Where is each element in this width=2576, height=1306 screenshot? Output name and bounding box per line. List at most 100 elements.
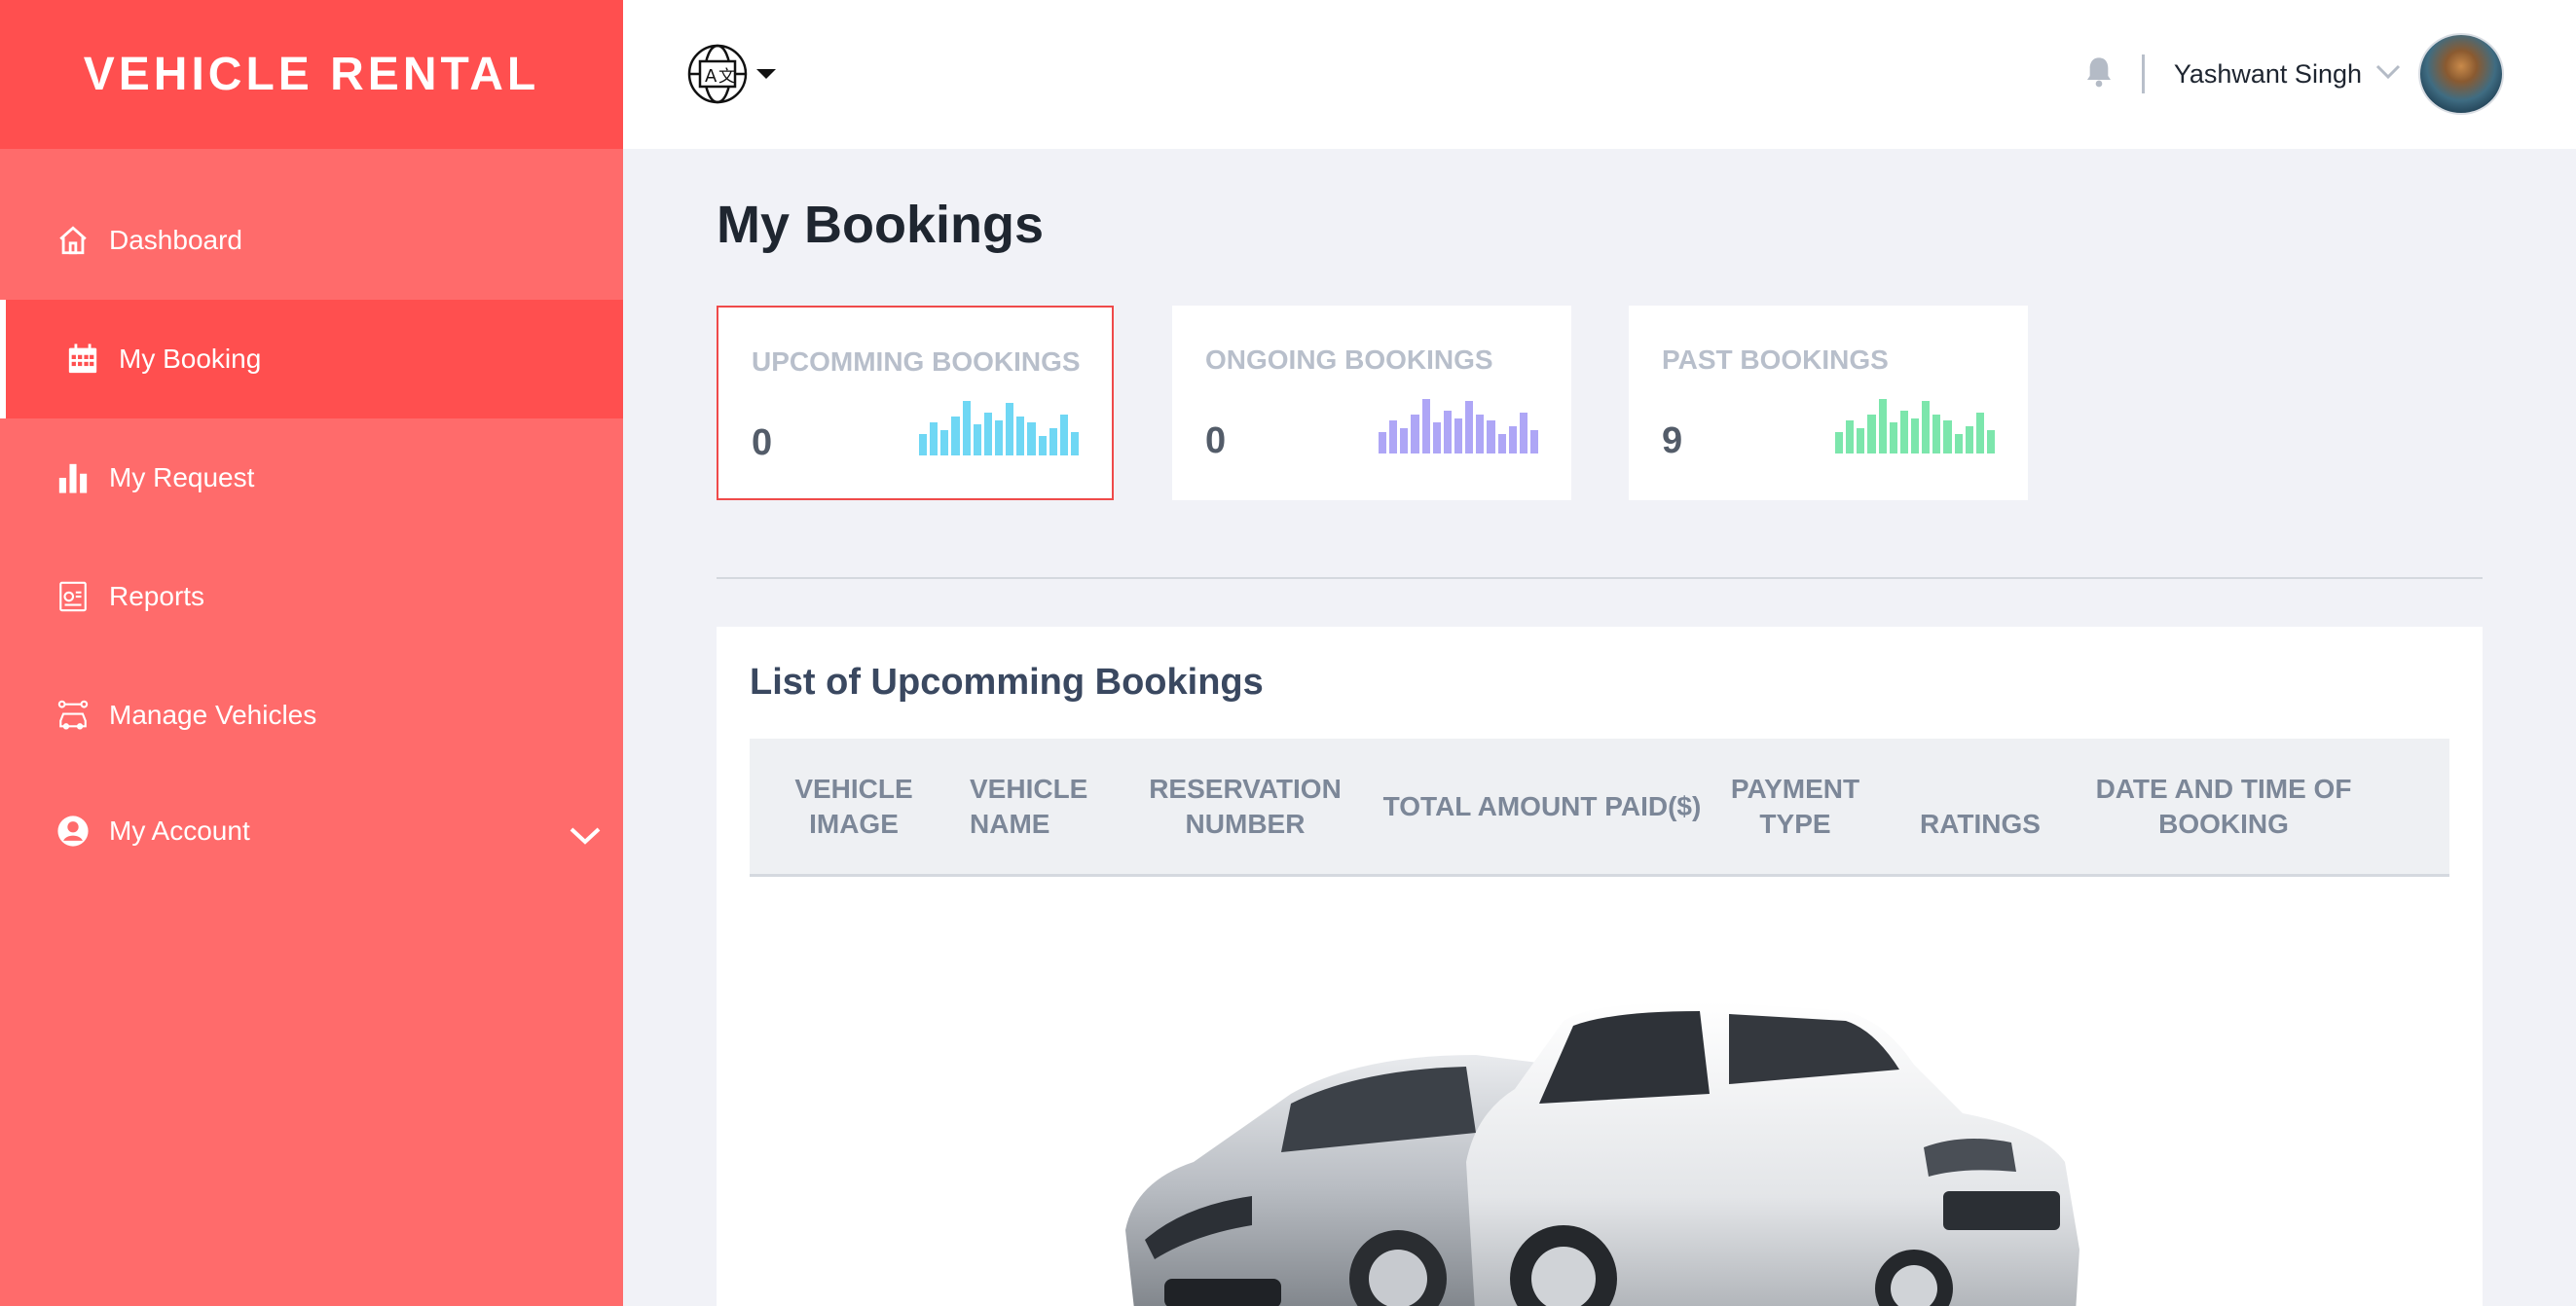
sparkline-bar [1038,436,1047,455]
sidebar-item-label: Manage Vehicles [109,700,317,730]
sidebar-item-label: My Account [109,816,250,846]
sparkline-bar [1529,430,1539,453]
report-icon [56,580,90,613]
sparkline-bar [1922,401,1931,453]
calendar-icon [66,343,99,376]
section-divider [717,577,2483,579]
home-icon [56,224,90,257]
sparkline-bar [1059,415,1068,455]
stat-label: UPCOMMING BOOKINGS [752,346,1081,377]
sidebar-nav: Dashboard My Booking My Request Reports … [0,181,623,888]
stat-value: 9 [1662,420,1683,461]
stat-label: ONGOING BOOKINGS [1205,345,1493,375]
sparkline-bar [1389,420,1398,453]
sparkline-bar [1443,411,1452,453]
car-network-icon [56,699,90,732]
sparkline-bar [983,413,992,455]
column-header[interactable]: RESERVATION NUMBER [1114,772,1377,842]
header-divider [2141,54,2145,93]
user-circle-icon [56,815,90,848]
sparkline-bar [1867,415,1876,453]
sparkline-bar [1006,403,1014,455]
sparkline-bar [1432,422,1441,453]
sparkline-bar [1421,399,1430,453]
brand-logo-text[interactable]: VEHICLE RENTAL [84,48,539,101]
stat-label: PAST BOOKINGS [1662,345,1889,375]
sparkline-bar [1379,432,1387,453]
column-header[interactable]: VEHICLE NAME [958,772,1114,842]
caret-down-icon [756,68,776,79]
sparkline-chart [1379,399,1539,453]
sparkline-bar [1889,422,1897,453]
sparkline-chart [1835,399,1996,453]
top-bar: A文 Yashwant Singh [623,0,2576,149]
sidebar-item-my-account[interactable]: My Account [0,775,623,888]
stat-card-past[interactable]: PAST BOOKINGS 9 [1629,306,2028,500]
sparkline-bar [940,430,949,455]
sparkline-bar [1070,432,1080,455]
sidebar-item-reports[interactable]: Reports [0,537,623,656]
sparkline-bar [919,434,928,455]
sparkline-bar [1857,428,1865,453]
sparkline-chart [919,401,1080,455]
sparkline-bar [1411,415,1419,453]
column-header[interactable]: VEHICLE IMAGE [750,772,958,842]
sparkline-bar [1835,432,1844,453]
sidebar-item-dashboard[interactable]: Dashboard [0,181,623,300]
stat-value: 0 [752,422,773,463]
bar-chart-icon [56,461,90,494]
sidebar-item-label: Dashboard [109,225,242,255]
user-name[interactable]: Yashwant Singh [2174,59,2362,90]
user-area: Yashwant Singh [2083,33,2504,115]
sidebar: VEHICLE RENTAL Dashboard My Booking My R… [0,0,623,1306]
chevron-down-icon[interactable] [569,821,602,853]
table-header: VEHICLE IMAGE VEHICLE NAME RESERVATION N… [750,739,2449,877]
column-header[interactable]: PAYMENT TYPE [1708,772,1883,842]
bookings-title: List of Upcomming Bookings [750,662,1264,703]
sparkline-bar [1400,428,1409,453]
sidebar-item-my-request[interactable]: My Request [0,418,623,537]
stat-card-upcoming[interactable]: UPCOMMING BOOKINGS 0 [717,306,1114,500]
bell-icon[interactable] [2083,54,2115,94]
brand-header: VEHICLE RENTAL [0,0,623,149]
sidebar-item-label: Reports [109,581,205,611]
stat-card-ongoing[interactable]: ONGOING BOOKINGS 0 [1172,306,1571,500]
sparkline-bar [1975,413,1984,453]
sparkline-bar [1910,418,1920,453]
svg-text:文: 文 [718,67,735,87]
chevron-down-icon[interactable] [2375,64,2401,85]
sparkline-bar [1476,415,1485,453]
sparkline-bar [1016,417,1025,455]
sidebar-item-label: My Booking [119,344,262,374]
sparkline-bar [1986,430,1996,453]
sparkline-bar [1965,426,1973,453]
sidebar-item-label: My Request [109,462,255,492]
column-header[interactable]: TOTAL AMOUNT PAID($) [1377,789,1708,824]
sparkline-bar [973,424,981,455]
svg-text:A: A [705,66,718,87]
sparkline-bar [1487,420,1495,453]
column-header[interactable]: DATE AND TIME OF BOOKING [2078,772,2370,842]
sparkline-bar [1932,415,1941,453]
sparkline-bar [1519,413,1527,453]
sparkline-bar [1465,401,1474,453]
sparkline-bar [1899,411,1908,453]
translate-globe-icon: A文 [686,43,749,110]
avatar[interactable] [2418,33,2504,115]
sparkline-bar [951,417,960,455]
sparkline-bar [1954,434,1963,453]
sparkline-bar [1943,420,1952,453]
language-selector[interactable]: A文 [686,43,776,110]
stat-value: 0 [1205,420,1227,461]
column-header[interactable]: RATINGS [1883,772,2078,842]
sparkline-bar [1454,418,1463,453]
sparkline-bar [994,420,1004,455]
sparkline-bar [1049,428,1057,455]
sparkline-bar [1027,422,1036,455]
bookings-panel: List of Upcomming Bookings VEHICLE IMAGE… [717,627,2483,1306]
sidebar-item-my-booking[interactable]: My Booking [0,300,623,418]
sparkline-bar [1508,426,1517,453]
page-title: My Bookings [717,196,1045,254]
sparkline-bar [962,401,971,455]
sidebar-item-manage-vehicles[interactable]: Manage Vehicles [0,656,623,775]
